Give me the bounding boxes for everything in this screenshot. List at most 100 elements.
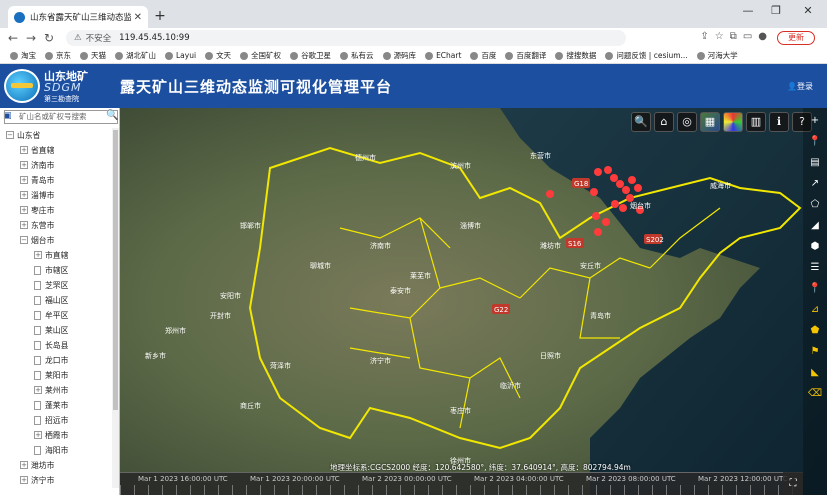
expand-icon[interactable]: + (20, 146, 28, 154)
tree-node[interactable]: + 青岛市 (20, 173, 54, 187)
sidebar-icon[interactable]: ▭ (743, 31, 752, 42)
document-icon[interactable] (34, 355, 41, 365)
mine-marker[interactable] (592, 212, 600, 220)
close-window-icon[interactable]: ✕ (795, 4, 821, 17)
mine-marker[interactable] (611, 200, 619, 208)
back-icon[interactable]: ← (4, 31, 22, 45)
timeline[interactable]: Mar 1 2023 16:00:00 UTC Mar 1 2023 20:00:… (120, 472, 803, 495)
document-icon[interactable] (34, 310, 41, 320)
tree-node[interactable]: − 山东省 (6, 128, 40, 142)
reload-icon[interactable]: ↻ (40, 31, 58, 45)
tree-node[interactable]: + 济南市 (20, 158, 54, 172)
tree-node[interactable]: + 潍坊市 (20, 458, 54, 472)
slope-icon[interactable]: ◣ (806, 364, 824, 382)
line-measure-icon[interactable]: ↗ (806, 175, 824, 193)
measure-icon[interactable]: ▤ (806, 154, 824, 172)
mine-marker[interactable] (628, 176, 636, 184)
bookmark-item[interactable]: 谷歌卫星 (290, 50, 331, 61)
expand-icon[interactable]: + (34, 431, 42, 439)
tree-node[interactable]: + 栖霞市 (34, 428, 68, 442)
bookmark-item[interactable]: Layui (165, 51, 196, 60)
expand-icon[interactable]: + (20, 161, 28, 169)
new-tab-button[interactable]: + (152, 8, 168, 24)
search-icon[interactable]: 🔍 (106, 110, 118, 122)
layers-icon[interactable]: ☰ (806, 259, 824, 277)
bookmark-item[interactable]: 百度 (470, 50, 496, 61)
document-icon[interactable] (34, 295, 41, 305)
document-icon[interactable] (34, 340, 41, 350)
browser-tab[interactable]: 山东省露天矿山三维动态监测可视化 ✕ (8, 6, 148, 28)
tree-node[interactable]: 海阳市 (34, 443, 68, 457)
bookmark-item[interactable]: 文天 (205, 50, 231, 61)
home-icon[interactable]: ⌂ (654, 112, 674, 132)
bookmark-item[interactable]: 淘宝 (10, 50, 36, 61)
share-icon[interactable]: ⇪ (700, 31, 708, 42)
tree-node[interactable]: + 枣庄市 (20, 203, 54, 217)
clear-icon[interactable]: ⌫ (806, 385, 824, 403)
expand-icon[interactable]: + (34, 386, 42, 394)
login-button[interactable]: 👤登录 (787, 81, 813, 92)
tree-node[interactable]: 芝罘区 (34, 278, 68, 292)
expand-icon[interactable]: + (34, 251, 42, 259)
document-icon[interactable] (34, 325, 41, 335)
tree-node[interactable]: 市辖区 (34, 263, 68, 277)
color-wheel-icon[interactable] (723, 112, 743, 132)
collapse-icon[interactable]: − (20, 236, 28, 244)
flag-icon[interactable]: ⚑ (806, 343, 824, 361)
tree-node[interactable]: + 淄博市 (20, 188, 54, 202)
mine-marker[interactable] (634, 184, 642, 192)
sidebar-scrollbar[interactable] (112, 128, 119, 488)
extensions-icon[interactable]: ⧉ (730, 31, 737, 42)
document-icon[interactable] (34, 370, 41, 380)
bookmark-item[interactable]: 私有云 (340, 50, 374, 61)
mine-marker[interactable] (594, 228, 602, 236)
tree-node[interactable]: + 莱州市 (34, 383, 68, 397)
bookmark-item[interactable]: 搜搜数据 (555, 50, 596, 61)
mine-marker[interactable] (546, 190, 554, 198)
mine-marker[interactable] (602, 218, 610, 226)
globe-icon[interactable]: ◎ (677, 112, 697, 132)
tree-node[interactable]: 龙口市 (34, 353, 68, 367)
profile-icon[interactable]: ⊿ (806, 301, 824, 319)
satellite-map[interactable]: 德州市滨州市 东营市济南市 淄博市潍坊市 烟台市 威海市青岛市日照市临沂市 泰安市济宁市菏… (120, 108, 827, 495)
expand-icon[interactable]: + (20, 461, 28, 469)
mine-marker[interactable] (616, 180, 624, 188)
scrollbar-thumb[interactable] (113, 130, 118, 410)
tree-node[interactable]: 莱山区 (34, 323, 68, 337)
warning-icon[interactable]: ⚠ (74, 33, 82, 43)
tree-node[interactable]: + 东营市 (20, 218, 54, 232)
address-bar[interactable]: ⚠ 不安全 119.45.45.10:99 (66, 30, 626, 46)
tree-node[interactable]: 福山区 (34, 293, 68, 307)
mine-marker[interactable] (590, 188, 598, 196)
bookmark-item[interactable]: 百度翻译 (505, 50, 546, 61)
bookmark-item[interactable]: 河海大学 (696, 50, 738, 61)
bookmark-item[interactable]: 天猫 (80, 50, 106, 61)
area-icon[interactable]: ◢ (806, 217, 824, 235)
update-button[interactable]: 更新 (777, 31, 815, 45)
document-icon[interactable] (34, 280, 41, 290)
maximize-icon[interactable]: ❐ (763, 4, 789, 17)
pin-icon[interactable]: 📍 (806, 280, 824, 298)
url-text[interactable]: 119.45.45.10:99 (119, 33, 189, 43)
minimize-icon[interactable]: — (735, 4, 761, 17)
document-icon[interactable] (34, 415, 41, 425)
tree-node[interactable]: − 烟台市 (20, 233, 54, 247)
bookmark-item[interactable]: 全国矿权 (240, 50, 281, 61)
tree-node[interactable]: 蓬莱市 (34, 398, 68, 412)
document-icon[interactable] (34, 265, 41, 275)
expand-icon[interactable]: + (20, 191, 28, 199)
forward-icon[interactable]: → (22, 31, 40, 45)
tree-node[interactable]: + 济宁市 (20, 473, 54, 487)
mine-marker[interactable] (622, 186, 630, 194)
expand-icon[interactable]: + (20, 176, 28, 184)
map-viewport[interactable]: 德州市 滨州市 东营市 济南市 淄博市 潍坊市 烟台市 威海市 青岛市 日照市 临沂市 泰安市 济宁市菏… (120, 108, 827, 495)
tree-node[interactable]: 招远市 (34, 413, 68, 427)
mine-marker[interactable] (626, 194, 634, 202)
timeline-ticks[interactable] (120, 485, 803, 495)
bookmark-item[interactable]: 京东 (45, 50, 71, 61)
location-pin-icon[interactable]: 📍 (806, 133, 824, 151)
bookmark-item[interactable]: 源码库 (382, 50, 416, 61)
polygon-icon[interactable]: ⬠ (806, 196, 824, 214)
close-tab-icon[interactable]: ✕ (134, 12, 142, 23)
document-icon[interactable] (34, 400, 41, 410)
